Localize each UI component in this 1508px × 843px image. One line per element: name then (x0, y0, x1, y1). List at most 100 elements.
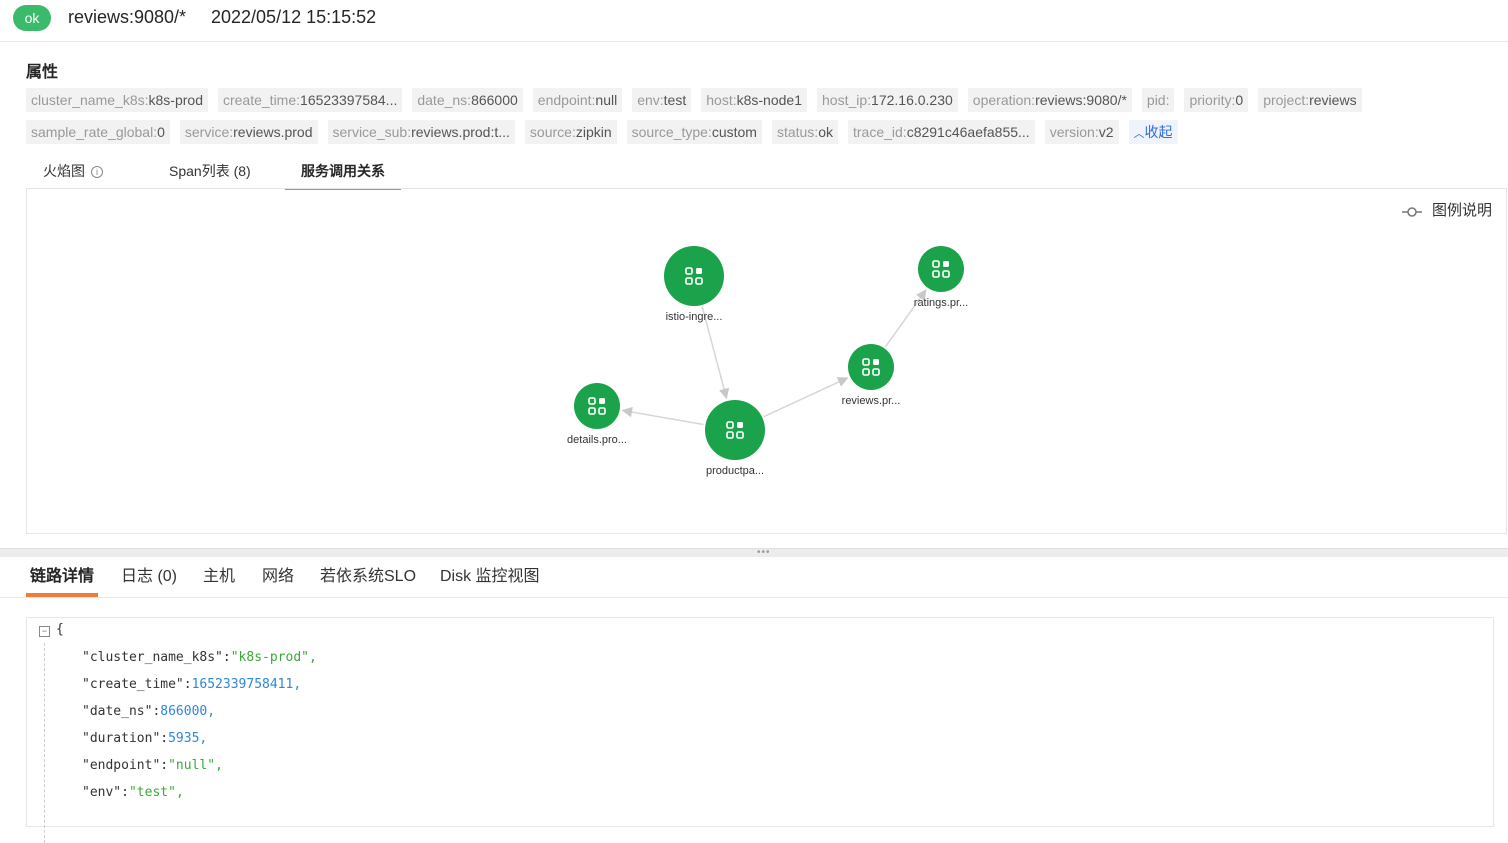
attribute-key: pid: (1146, 92, 1170, 108)
attribute-tag[interactable]: cluster_name_k8s:k8s-prod (26, 88, 208, 112)
service-node-reviews[interactable]: reviews.pr... (842, 344, 901, 407)
attribute-value: reviews.prod:t... (411, 124, 510, 140)
json-line: "endpoint":"null", (82, 758, 223, 773)
service-node-circle[interactable] (574, 383, 620, 429)
attribute-tag[interactable]: pid: (1141, 88, 1175, 112)
json-value: 1652339758411 (191, 677, 294, 692)
resource-title: reviews:9080/* (68, 7, 187, 27)
attribute-tag[interactable]: priority:0 (1184, 88, 1249, 112)
drag-handle-icon[interactable]: ••• (757, 548, 771, 558)
attribute-key: priority: (1189, 92, 1236, 108)
attribute-key: endpoint: (537, 92, 596, 108)
service-map-panel[interactable]: istio-ingre... ratings.pr... reviews.pr...… (26, 188, 1507, 534)
trace-timestamp: 2022/05/12 15:15:52 (211, 7, 377, 27)
attribute-tag[interactable]: version:v2 (1044, 120, 1119, 144)
json-colon: : (160, 731, 169, 746)
attribute-tag[interactable]: sample_rate_global:0 (26, 120, 170, 144)
tab-logs[interactable]: 日志 (0) (121, 557, 177, 597)
attribute-key: status: (776, 124, 819, 140)
attribute-tag[interactable]: date_ns:866000 (412, 88, 523, 112)
json-value: 5935 (168, 731, 200, 746)
collapse-label: 收起 (1144, 124, 1173, 140)
service-node-istio[interactable]: istio-ingre... (664, 246, 724, 323)
attribute-value: reviews.prod (233, 124, 313, 140)
attribute-key: cluster_name_k8s: (31, 92, 149, 108)
service-node-label: reviews.pr... (842, 395, 901, 407)
attribute-key: service: (184, 124, 234, 140)
attribute-value: c8291c46aefa855... (906, 124, 1030, 140)
attribute-value: null (595, 92, 618, 108)
legend-button[interactable]: 图例说明 (1402, 199, 1492, 219)
attribute-tag-row: sample_rate_global:0 service:reviews.prod… (26, 120, 1406, 144)
json-key: "create_time" (82, 677, 184, 692)
info-icon[interactable]: i (91, 166, 103, 178)
panel-splitter[interactable]: ••• (0, 548, 1508, 558)
tab-host[interactable]: 主机 (203, 557, 235, 597)
tab-trace-detail[interactable]: 链路详情 (30, 557, 94, 597)
tab-flame-graph-label: 火焰图 (43, 163, 85, 179)
attributes-title: 属性 (26, 64, 59, 81)
attribute-key: create_time: (222, 92, 301, 108)
collapse-json-icon[interactable]: − (39, 626, 50, 637)
tab-slo[interactable]: 若依系统SLO (320, 557, 416, 597)
attribute-tag[interactable]: trace_id:c8291c46aefa855... (847, 120, 1035, 144)
attribute-tag[interactable]: endpoint:null (532, 88, 623, 112)
tab-service-map[interactable]: 服务调用关系 (285, 156, 401, 190)
collapse-attributes-button[interactable]: ︿收起 (1128, 120, 1178, 144)
tab-service-map-label: 服务调用关系 (301, 163, 385, 179)
attribute-value: 16523397584... (300, 92, 398, 108)
edge-productpage-details (621, 406, 704, 426)
attribute-value: 0 (1235, 92, 1244, 108)
attribute-tag[interactable]: source:zipkin (524, 120, 617, 144)
attribute-tag[interactable]: host_ip:172.16.0.230 (817, 88, 958, 112)
tab-flame-graph[interactable]: 火焰图 i (43, 156, 103, 188)
tab-span-list[interactable]: Span列表 (8) (169, 156, 251, 188)
json-comma: , (309, 650, 317, 665)
service-node-label: ratings.pr... (914, 297, 968, 309)
json-comma: , (175, 785, 184, 800)
service-node-ratings[interactable]: ratings.pr... (914, 246, 968, 309)
attribute-tag[interactable]: project:reviews (1258, 88, 1362, 112)
detail-tabs: 链路详情 日志 (0) 主机 网络 若依系统SLO Disk 监控视图 (0, 557, 1508, 598)
service-node-label: istio-ingre... (666, 311, 723, 323)
service-node-circle[interactable] (705, 400, 765, 460)
json-line: "date_ns":866000, (82, 704, 215, 719)
json-comma: , (293, 677, 302, 692)
json-key: "env" (82, 785, 122, 800)
service-node-circle[interactable] (918, 246, 964, 292)
legend-label: 图例说明 (1432, 202, 1493, 219)
active-tab-indicator (26, 593, 98, 597)
json-comma: , (207, 704, 216, 719)
attribute-key: date_ns: (417, 92, 472, 108)
attribute-key: sample_rate_global: (31, 124, 158, 140)
legend-icon (1402, 207, 1422, 217)
attribute-tag[interactable]: service:reviews.prod (179, 120, 318, 144)
service-map-graph[interactable]: istio-ingre... ratings.pr... reviews.pr...… (27, 189, 1506, 533)
attribute-value: custom (711, 124, 757, 140)
attribute-value: ok (818, 124, 833, 140)
json-line: "duration":5935, (82, 731, 207, 746)
service-node-circle[interactable] (848, 344, 894, 390)
service-node-productpage[interactable]: productpa... (705, 400, 765, 477)
json-viewer[interactable]: − { "cluster_name_k8s":"k8s-prod", "creat… (26, 617, 1494, 843)
attribute-key: operation: (972, 92, 1036, 108)
attribute-tag[interactable]: source_type:custom (626, 120, 762, 144)
trace-header: ok reviews:9080/* 2022/05/12 15:15:52 (0, 0, 1508, 42)
attribute-tag[interactable]: env:test (632, 88, 692, 112)
attribute-tag[interactable]: service_sub:reviews.prod:t... (327, 120, 515, 144)
attribute-key: host_ip: (822, 92, 872, 108)
json-key: "date_ns" (82, 704, 153, 719)
attribute-tag[interactable]: create_time:16523397584... (217, 88, 403, 112)
json-colon: : (222, 650, 231, 665)
service-node-details[interactable]: details.pro... (567, 383, 627, 446)
attribute-tag[interactable]: host:k8s-node1 (701, 88, 807, 112)
attribute-tag[interactable]: operation:reviews:9080/* (967, 88, 1132, 112)
json-line: "cluster_name_k8s":"k8s-prod", (82, 650, 317, 665)
tab-network[interactable]: 网络 (262, 557, 294, 597)
attribute-value: test (663, 92, 687, 108)
attribute-key: source: (529, 124, 576, 140)
service-node-circle[interactable] (664, 246, 724, 306)
attribute-value: k8s-prod (148, 92, 203, 108)
attribute-tag[interactable]: status:ok (771, 120, 838, 144)
tab-disk-monitor[interactable]: Disk 监控视图 (440, 557, 540, 597)
